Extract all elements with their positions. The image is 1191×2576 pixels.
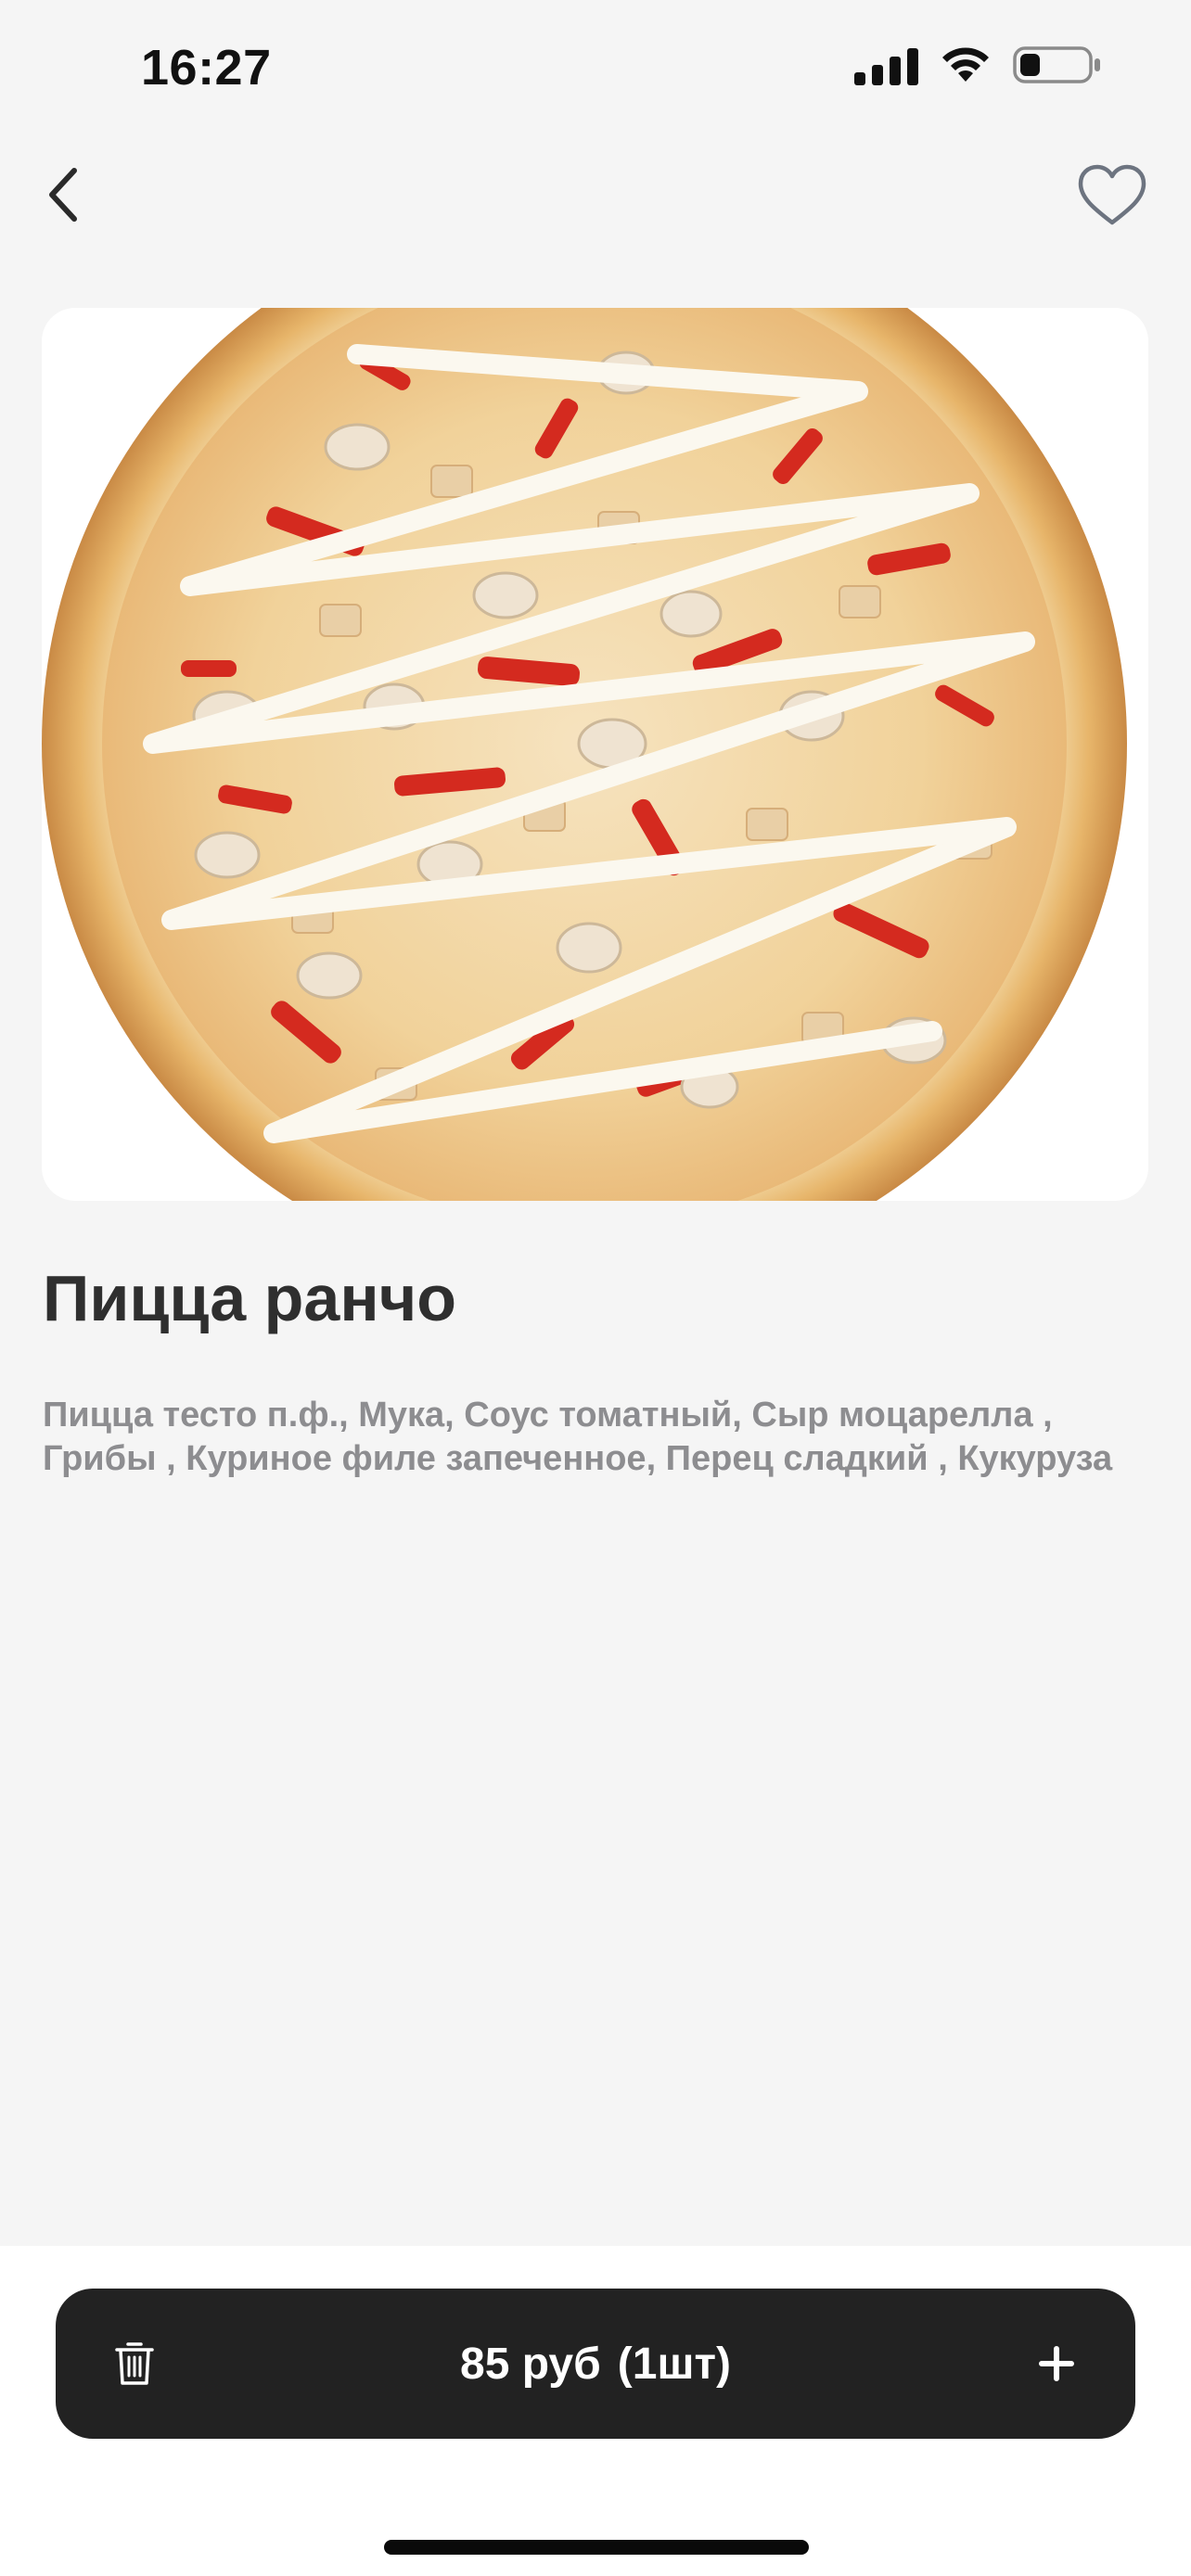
chevron-left-icon <box>49 168 77 222</box>
battery-icon <box>1013 46 1100 83</box>
product-image <box>42 308 1148 1201</box>
trash-icon <box>115 2342 154 2385</box>
status-time: 16:27 <box>141 40 272 96</box>
signal-icon <box>854 45 918 85</box>
home-indicator <box>384 2540 809 2555</box>
nav-bar <box>0 148 1191 241</box>
quantity-label: (1шт) <box>617 2339 731 2389</box>
price-label: 85 руб <box>460 2339 601 2389</box>
status-bar: 16:27 <box>0 0 1191 139</box>
favorite-button[interactable] <box>1070 156 1154 234</box>
add-button[interactable] <box>1011 2318 1102 2409</box>
plus-icon <box>1039 2346 1074 2381</box>
price-display: 85 руб (1шт) <box>56 2289 1135 2439</box>
back-button[interactable] <box>26 158 100 232</box>
wifi-icon <box>942 47 989 82</box>
cart-bar: 85 руб (1шт) <box>56 2289 1135 2439</box>
status-icons <box>854 45 1102 85</box>
product-description: Пицца тесто п.ф., Мука, Соус томатный, С… <box>43 1396 1113 1478</box>
remove-button[interactable] <box>89 2318 180 2409</box>
heart-outline-icon <box>1078 164 1146 225</box>
product-title: Пицца ранчо <box>43 1262 457 1334</box>
pizza-image <box>42 308 1127 1201</box>
